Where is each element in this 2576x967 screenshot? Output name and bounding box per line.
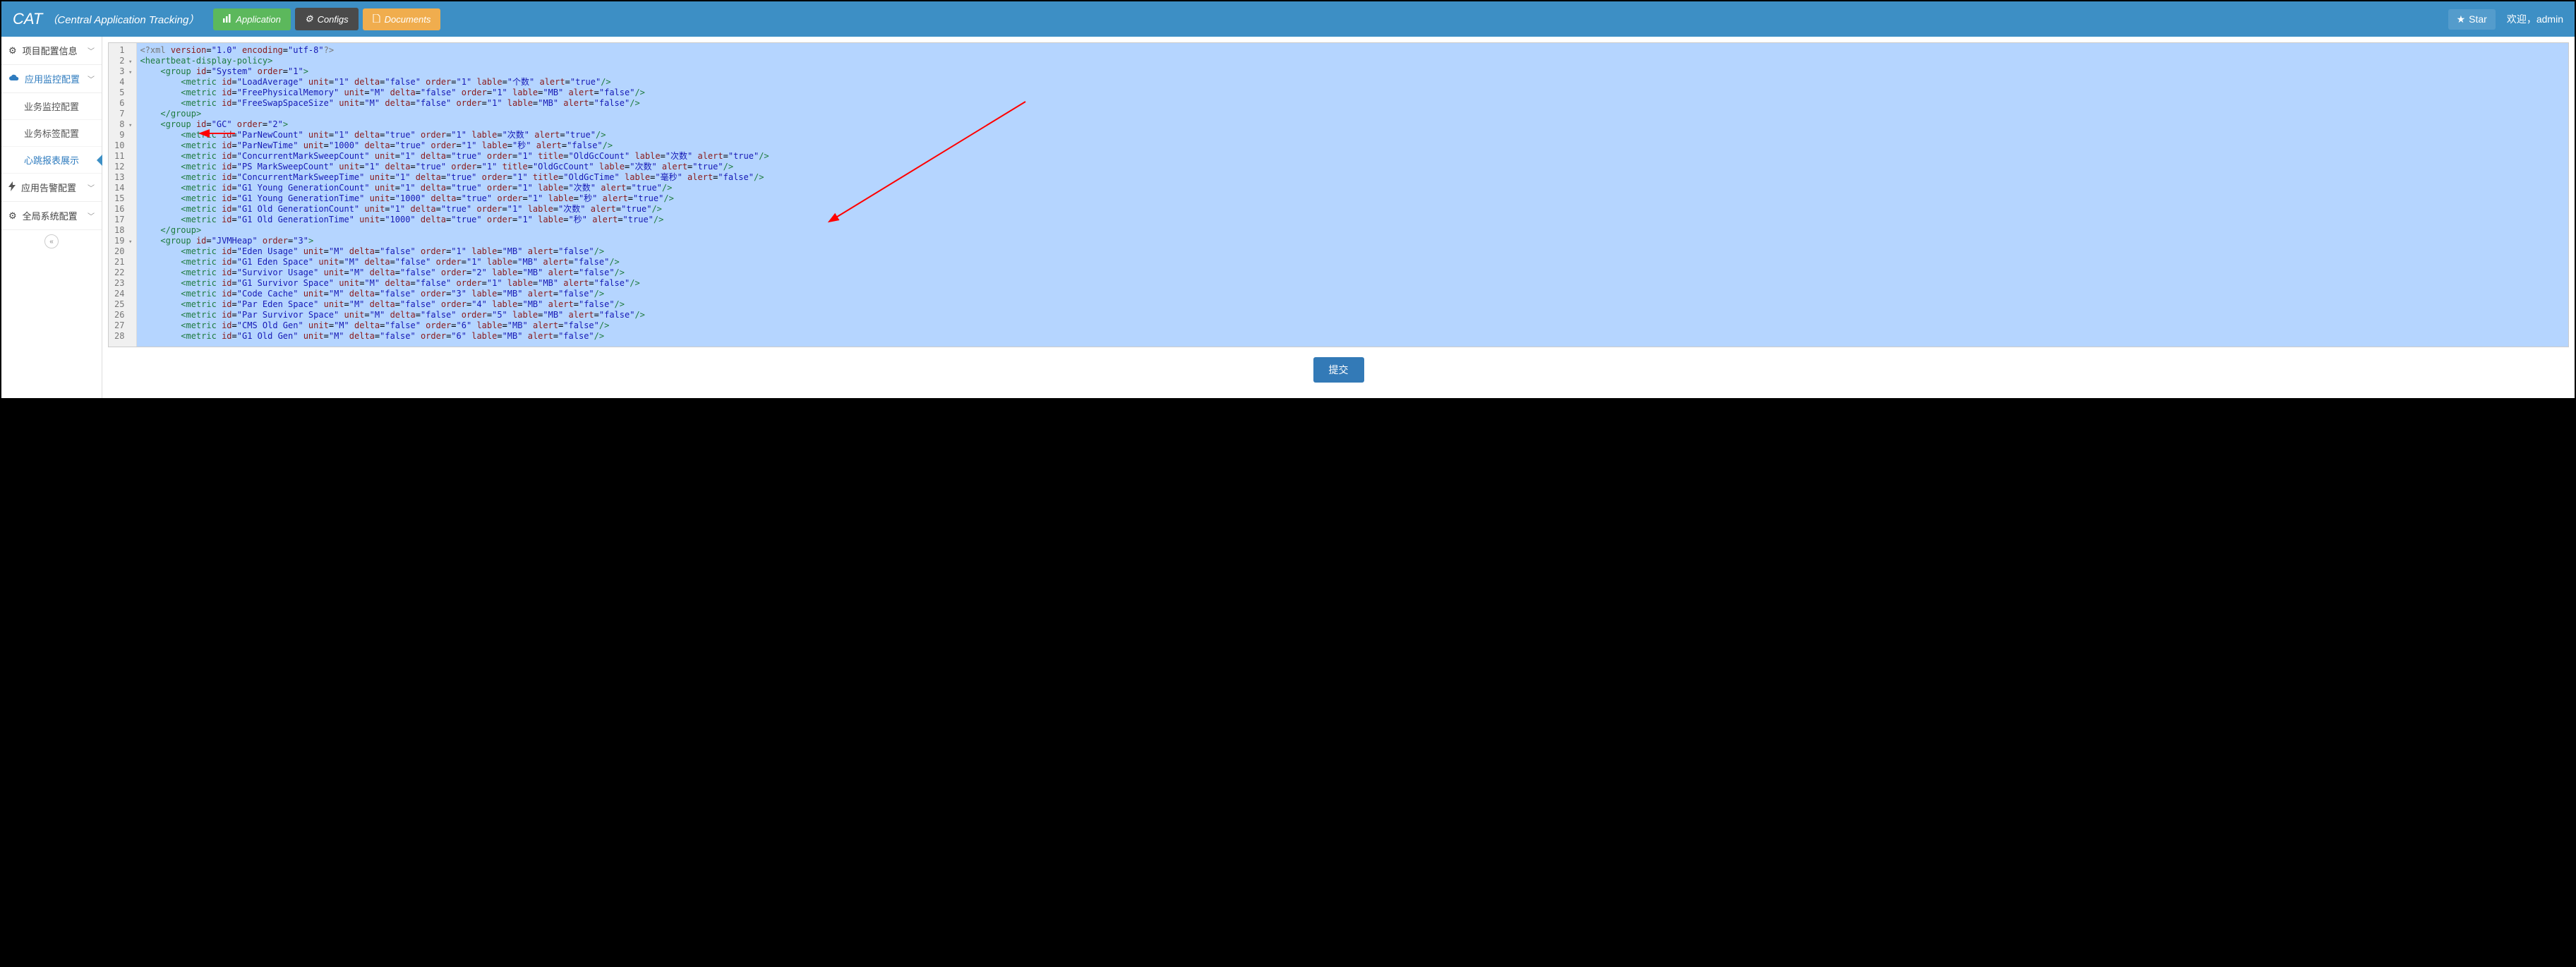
star-button[interactable]: ★ Star bbox=[2448, 9, 2496, 30]
sidebar-group-label: 全局系统配置 bbox=[23, 209, 78, 222]
chevron-down-icon: ﹀ bbox=[88, 73, 95, 84]
sidebar-collapse-button[interactable]: « bbox=[1, 230, 102, 253]
sidebar-item-biz-tag[interactable]: 业务标签配置 bbox=[1, 120, 102, 147]
nav-documents-button[interactable]: Documents bbox=[363, 8, 441, 30]
chevron-down-icon: ﹀ bbox=[88, 45, 95, 56]
nav-configs-label: Configs bbox=[318, 14, 349, 25]
nav-application-label: Application bbox=[236, 14, 281, 25]
top-navbar: CAT （Central Application Tracking） Appli… bbox=[1, 1, 2575, 37]
editor-gutter: 12▾3▾45678▾910111213141516171819▾2021222… bbox=[109, 43, 137, 347]
code-editor[interactable]: 12▾3▾45678▾910111213141516171819▾2021222… bbox=[108, 42, 2569, 347]
gear-icon: ⚙ bbox=[8, 45, 17, 56]
submit-button[interactable]: 提交 bbox=[1313, 357, 1364, 383]
sidebar-group-label: 应用监控配置 bbox=[25, 72, 80, 85]
chevron-left-icon: « bbox=[44, 234, 59, 248]
sidebar-group-app-monitor[interactable]: 应用监控配置 ﹀ bbox=[1, 65, 102, 93]
sidebar-group-global-config[interactable]: ⚙ 全局系统配置 ﹀ bbox=[1, 202, 102, 230]
nav-application-button[interactable]: Application bbox=[213, 8, 291, 30]
sidebar-group-label: 项目配置信息 bbox=[23, 44, 78, 57]
gear-icon: ⚙ bbox=[305, 13, 313, 25]
brand-subtitle: （Central Application Tracking） bbox=[47, 12, 199, 27]
editor-code-area[interactable]: <?xml version="1.0" encoding="utf-8"?><h… bbox=[137, 43, 2568, 347]
file-icon bbox=[373, 14, 380, 25]
welcome-text: 欢迎，admin bbox=[2507, 12, 2563, 26]
barchart-icon bbox=[223, 14, 231, 25]
sidebar-item-heartbeat-report[interactable]: 心跳报表展示 bbox=[1, 147, 102, 174]
sidebar-item-biz-monitor[interactable]: 业务监控配置 bbox=[1, 93, 102, 120]
chevron-down-icon: ﹀ bbox=[88, 210, 95, 221]
sidebar: ⚙ 项目配置信息 ﹀ 应用监控配置 ﹀ 业务监控配置 业务标签配置 心跳报表展示… bbox=[1, 37, 102, 398]
gear-icon: ⚙ bbox=[8, 210, 17, 222]
nav-configs-button[interactable]: ⚙ Configs bbox=[295, 8, 359, 30]
sidebar-group-label: 应用告警配置 bbox=[21, 181, 76, 194]
sidebar-group-project-config[interactable]: ⚙ 项目配置信息 ﹀ bbox=[1, 37, 102, 65]
nav-documents-label: Documents bbox=[385, 14, 431, 25]
main-content: 12▾3▾45678▾910111213141516171819▾2021222… bbox=[102, 37, 2575, 398]
star-icon: ★ bbox=[2457, 13, 2466, 25]
brand-title: CAT bbox=[13, 10, 42, 28]
cloud-icon bbox=[8, 73, 19, 84]
star-label: Star bbox=[2469, 13, 2487, 25]
bolt-icon bbox=[8, 181, 16, 193]
sidebar-group-app-alert[interactable]: 应用告警配置 ﹀ bbox=[1, 174, 102, 202]
chevron-down-icon: ﹀ bbox=[88, 182, 95, 193]
